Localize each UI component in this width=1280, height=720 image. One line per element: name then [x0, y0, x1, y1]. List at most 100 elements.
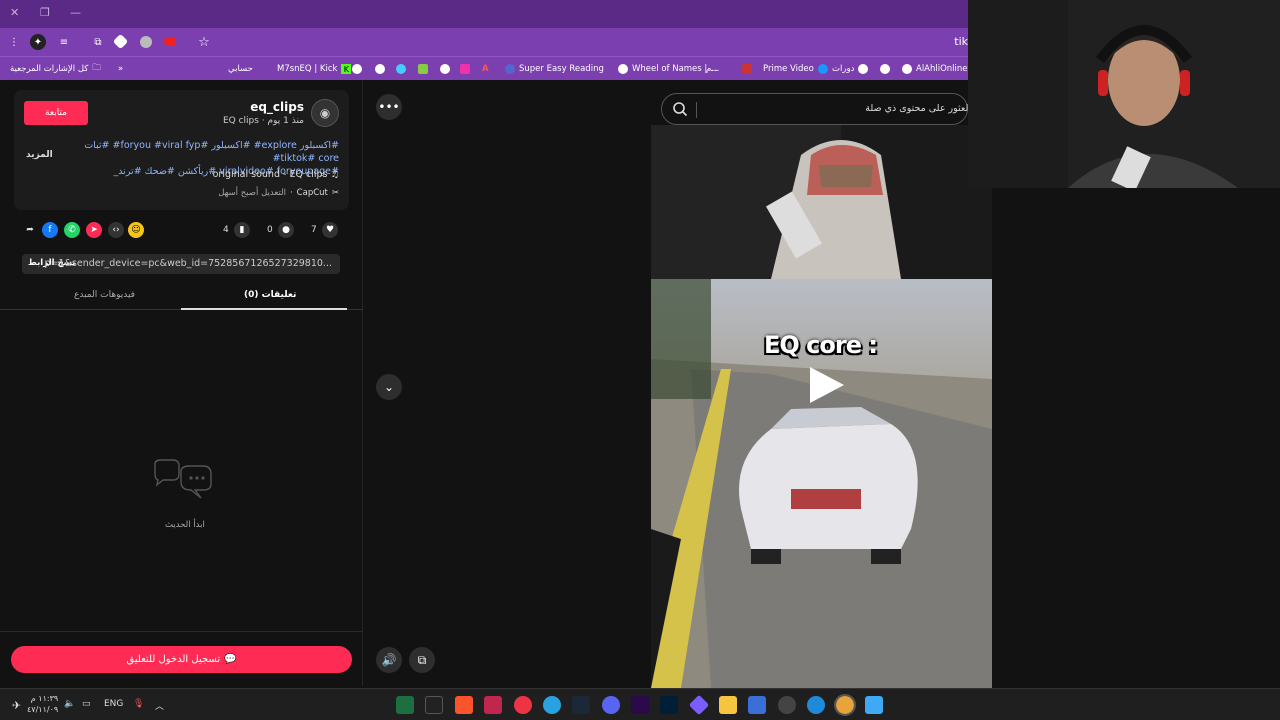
globe-icon — [618, 64, 628, 74]
bookmark-icon-only[interactable] — [880, 61, 890, 77]
bookmark-icon-only[interactable] — [396, 61, 406, 77]
facebook-icon[interactable]: f — [42, 222, 58, 238]
extensions-puzzle-icon[interactable]: ⧉ — [90, 34, 106, 50]
brave-icon[interactable] — [455, 696, 473, 714]
menu-icon[interactable]: ⋮ — [6, 34, 22, 50]
comment-icon[interactable]: ● — [278, 222, 294, 238]
bookmark-wheel[interactable]: Wheel of Names | ... — [618, 61, 718, 77]
app-icon[interactable] — [688, 694, 710, 716]
restore-icon[interactable]: ❐ — [40, 6, 50, 19]
share-arrow-icon[interactable]: ➦ — [22, 222, 38, 238]
share-link[interactable]: p=1&sender_device=pc&web_id=752856712652… — [44, 258, 332, 269]
windows-start-icon[interactable] — [865, 696, 883, 714]
extension-icon[interactable]: ✦ — [30, 34, 46, 50]
bookmark-icon[interactable]: ▮ — [234, 222, 250, 238]
hashtags-line-1[interactable]: #اكسبلور explore# #اكسبلور #foryou #vira… — [59, 139, 339, 165]
bookmark-label: Prime Video — [763, 64, 814, 74]
bookmark-label: دورات — [832, 64, 855, 74]
terminal-icon[interactable] — [425, 696, 443, 714]
embed-icon[interactable]: ‹› — [108, 222, 124, 238]
extension-icon[interactable]: ≡ — [56, 34, 72, 50]
picture-in-picture-icon[interactable]: ⧉ — [409, 647, 435, 673]
file-explorer-icon[interactable] — [719, 696, 737, 714]
photoshop-icon[interactable] — [660, 696, 678, 714]
bookmark-misc[interactable]: م... — [706, 61, 719, 77]
send-icon[interactable]: ➤ — [86, 222, 102, 238]
affinity-icon[interactable] — [484, 696, 502, 714]
extension-icon[interactable] — [140, 36, 152, 48]
chevron-down-icon[interactable]: ⌄ — [376, 374, 402, 400]
login-to-comment-button[interactable]: تسجيل الدخول للتعليق 💬 — [11, 646, 352, 673]
follow-button[interactable]: متابعة — [24, 101, 88, 125]
store-icon[interactable] — [748, 696, 766, 714]
youtube-icon[interactable] — [164, 37, 176, 46]
steam-icon[interactable] — [572, 696, 590, 714]
author-subline: EQ clips · منذ 1 يوم — [222, 116, 304, 126]
chevron-up-icon[interactable]: ︿ — [155, 699, 164, 712]
bookmark-icon-only[interactable] — [352, 61, 362, 77]
webcam-person-image — [651, 125, 992, 279]
bookmark-all[interactable]: كل الإشارات المرجعية 🗀 — [10, 61, 101, 77]
sound-link[interactable]: original sound - EQ clips ♫ — [213, 169, 339, 180]
extension-icon[interactable] — [112, 33, 129, 50]
chrome-icon[interactable] — [834, 694, 856, 716]
gift-icon[interactable]: ☺ — [128, 222, 144, 238]
bookmark-kick[interactable]: M7snEQ | Kick K — [277, 61, 352, 77]
telegram-icon[interactable] — [543, 696, 561, 714]
close-icon[interactable]: ✕ — [10, 6, 19, 19]
network-icon[interactable]: ▭ — [82, 699, 91, 709]
discord-icon[interactable] — [602, 696, 620, 714]
clock[interactable]: ١١:٣٩ م ٤٧/١١/٠٩ — [27, 693, 58, 715]
volume-tray-icon[interactable]: 🔈 — [64, 699, 75, 709]
excel-icon[interactable] — [396, 696, 414, 714]
star-icon[interactable]: ☆ — [196, 34, 212, 50]
search-input[interactable]: العثور على محتوى ذي صلة — [865, 103, 971, 114]
bookmark-label: AlAhliOnline — [916, 64, 968, 74]
bookmark-label: حسابي — [228, 64, 253, 74]
more-button[interactable]: المزيد — [26, 150, 53, 160]
tab-creator-videos[interactable]: فيديوهات المبدع — [74, 290, 135, 300]
search-icon[interactable] — [672, 101, 688, 117]
bookmark-account[interactable]: حسابي — [228, 61, 253, 77]
share-link-bar: نسخ الرابط p=1&sender_device=pc&web_id=7… — [22, 254, 340, 274]
bookmark-label: م... — [706, 64, 720, 74]
search-divider — [696, 102, 697, 118]
heart-icon[interactable]: ♥ — [322, 222, 338, 238]
bookmark-icon-only[interactable] — [418, 61, 428, 77]
app-icon — [460, 64, 470, 74]
bookmark-alahli[interactable]: AlAhliOnline — [902, 61, 968, 77]
bookmark-icon-only[interactable] — [742, 61, 752, 77]
whatsapp-icon[interactable]: ✆ — [64, 222, 80, 238]
bookmark-icon-only[interactable] — [460, 61, 470, 77]
bookmark-easy-reading[interactable]: Super Easy Reading — [505, 61, 604, 77]
microphone-icon[interactable]: 🎙 — [133, 699, 144, 709]
bookmarks-bar: كل الإشارات المرجعية 🗀 » حسابي M7snEQ | K… — [0, 56, 968, 80]
bookmark-icon-only[interactable] — [375, 61, 385, 77]
folder-icon: 🗀 — [92, 63, 101, 73]
bookmark-icon-only[interactable] — [440, 61, 450, 77]
tab-comments[interactable]: تعليقات (0) — [244, 290, 296, 300]
capcut-link[interactable]: التعديل أصبح أسهل · CapCut ✂ — [218, 188, 339, 198]
avatar[interactable]: ◉ — [311, 99, 339, 127]
bookmark-courses[interactable]: دورات — [832, 61, 869, 77]
notification-icon[interactable]: ✈ — [12, 699, 21, 712]
volume-icon[interactable]: 🔊 — [376, 647, 402, 673]
edge-icon[interactable] — [807, 696, 825, 714]
language-indicator[interactable]: ENG — [104, 699, 123, 709]
bookmark-prime-video[interactable]: Prime Video — [763, 61, 828, 77]
minimize-icon[interactable]: — — [70, 6, 81, 19]
app-icon[interactable] — [514, 696, 532, 714]
more-options-icon[interactable]: ••• — [376, 94, 402, 120]
app-icon[interactable] — [778, 696, 796, 714]
premiere-icon[interactable] — [631, 696, 649, 714]
play-icon[interactable] — [806, 365, 846, 405]
search-bar[interactable]: العثور على محتوى ذي صلة — [661, 93, 971, 125]
url-text[interactable]: tik — [954, 35, 968, 48]
chat-bubbles-icon — [154, 459, 212, 499]
reading-icon — [505, 64, 515, 74]
chevron-icon[interactable]: » — [118, 61, 123, 77]
bookmark-icon-only[interactable]: A — [482, 61, 489, 77]
video-overlay-title: EQ core : — [764, 331, 878, 359]
tabs: فيديوهات المبدع تعليقات (0) — [0, 286, 363, 310]
username[interactable]: eq_clips — [250, 100, 304, 114]
